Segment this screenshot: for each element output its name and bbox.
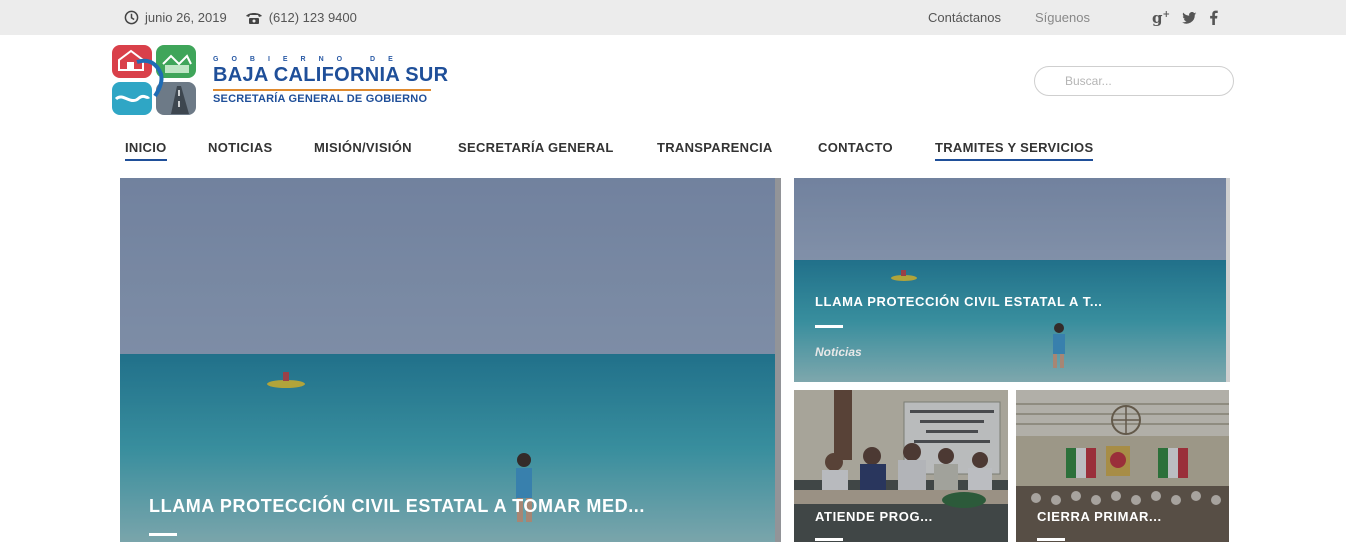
featured-bottom-right-title[interactable]: CIERRA PRIMAR... <box>1037 509 1162 524</box>
featured-bottom-right-divider <box>1037 538 1065 541</box>
nav-item-secretaria-general[interactable]: SECRETARÍA GENERAL <box>458 140 614 159</box>
main-nav: INICIO NOTICIAS MISIÓN/VISIÓN SECRETARÍA… <box>0 140 1346 164</box>
featured-bottom-left-card[interactable]: ATIENDE PROG... <box>794 390 1008 542</box>
top-bar-links: Contáctanos Síguenos g+ <box>928 0 1218 35</box>
featured-top-right-divider <box>815 325 843 328</box>
phone-item: (612) 123 9400 <box>245 10 357 25</box>
top-bar: junio 26, 2019 (612) 123 9400 Contáctano… <box>0 0 1346 35</box>
social-links: g+ <box>1152 9 1218 27</box>
brand-line3: SECRETARÍA GENERAL DE GOBIERNO <box>213 93 428 105</box>
nav-item-transparencia[interactable]: TRANSPARENCIA <box>657 140 773 159</box>
nav-item-tramites-servicios[interactable]: TRAMITES Y SERVICIOS <box>935 140 1094 161</box>
featured-top-right-card[interactable]: LLAMA PROTECCIÓN CIVIL ESTATAL A T... No… <box>794 178 1226 382</box>
featured-bottom-right-card[interactable]: CIERRA PRIMAR... <box>1016 390 1229 542</box>
nav-item-inicio[interactable]: INICIO <box>125 140 167 161</box>
featured-main-card[interactable]: LLAMA PROTECCIÓN CIVIL ESTATAL A TOMAR M… <box>120 178 781 542</box>
nav-item-mision-vision[interactable]: MISIÓN/VISIÓN <box>314 140 412 159</box>
phone-text: (612) 123 9400 <box>268 10 357 25</box>
search-input[interactable] <box>1034 66 1234 96</box>
featured-main-overlay <box>120 178 781 542</box>
facebook-icon[interactable] <box>1209 10 1218 25</box>
nav-item-contacto[interactable]: CONTACTO <box>818 140 893 159</box>
featured-main-divider <box>149 533 177 536</box>
featured-bottom-left-title[interactable]: ATIENDE PROG... <box>815 509 933 524</box>
top-bar-info: junio 26, 2019 (612) 123 9400 <box>124 0 375 35</box>
date-item: junio 26, 2019 <box>124 10 227 25</box>
twitter-icon[interactable] <box>1182 11 1197 24</box>
featured-top-right-title[interactable]: LLAMA PROTECCIÓN CIVIL ESTATAL A T... <box>815 294 1103 309</box>
brand-title[interactable]: GOBIERNO DE BAJA CALIFORNIA SUR SECRETAR… <box>213 56 448 105</box>
contact-link[interactable]: Contáctanos <box>928 10 1001 25</box>
card-gap <box>1008 390 1016 542</box>
phone-icon <box>245 12 262 24</box>
featured-bottom-left-divider <box>815 538 843 541</box>
brand-divider <box>213 89 431 91</box>
card-separator <box>1226 178 1230 382</box>
government-logo[interactable] <box>111 44 197 116</box>
follow-label: Síguenos <box>1035 10 1090 25</box>
featured-main-title[interactable]: LLAMA PROTECCIÓN CIVIL ESTATAL A TOMAR M… <box>149 496 645 517</box>
brand-line1: GOBIERNO DE <box>213 56 406 63</box>
nav-item-noticias[interactable]: NOTICIAS <box>208 140 273 159</box>
date-text: junio 26, 2019 <box>145 10 227 25</box>
google-plus-icon[interactable]: g+ <box>1152 9 1170 27</box>
featured-top-right-category[interactable]: Noticias <box>815 345 862 359</box>
brand-line2: BAJA CALIFORNIA SUR <box>213 64 449 86</box>
clock-icon <box>124 10 139 25</box>
